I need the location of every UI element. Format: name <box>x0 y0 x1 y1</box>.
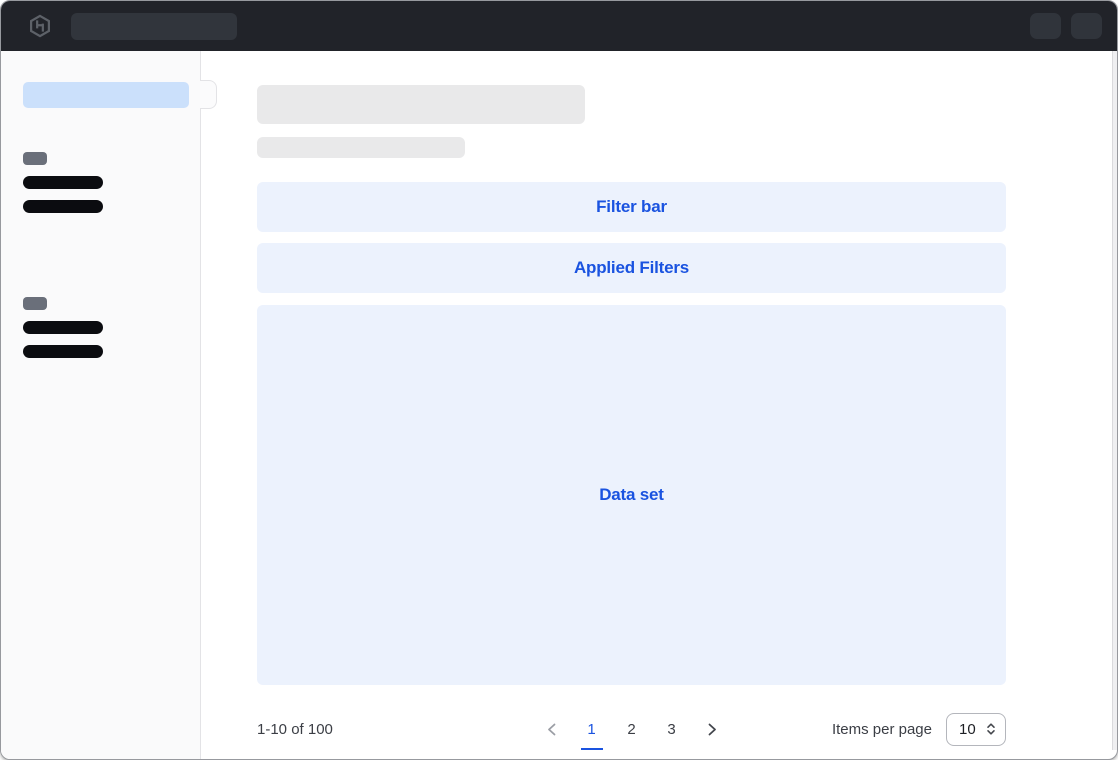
sidebar-collapse-toggle[interactable] <box>200 80 217 109</box>
page-title-skeleton <box>257 85 585 124</box>
chevron-left-icon <box>545 722 559 737</box>
topbar-action-skeleton-2 <box>1071 13 1102 39</box>
page-button-3[interactable]: 3 <box>658 715 686 743</box>
page-size-select[interactable]: 10 <box>946 713 1006 746</box>
top-nav-bar <box>1 1 1117 51</box>
sidebar <box>1 51 201 760</box>
sidebar-group-1-heading-skeleton <box>23 152 47 165</box>
page-subtitle-skeleton <box>257 137 465 158</box>
page-button-2[interactable]: 2 <box>618 715 646 743</box>
chevron-right-icon <box>705 722 719 737</box>
filter-bar-region: Filter bar <box>257 182 1006 232</box>
sidebar-group-2-item-skeleton <box>23 321 103 334</box>
page-button-1[interactable]: 1 <box>578 715 606 743</box>
sidebar-group-1-item-skeleton <box>23 176 103 189</box>
main-content: Filter bar Applied Filters Data set 1-10… <box>201 51 1117 760</box>
hashicorp-logo-icon <box>29 14 51 38</box>
data-set-region: Data set <box>257 305 1006 685</box>
page-size-value: 10 <box>959 721 976 738</box>
app-body: Filter bar Applied Filters Data set 1-10… <box>1 51 1117 760</box>
sidebar-group-1-item-skeleton <box>23 200 103 213</box>
items-per-page-control: Items per page 10 <box>726 713 1007 746</box>
previous-page-button[interactable] <box>538 715 566 743</box>
app-window: Filter bar Applied Filters Data set 1-10… <box>0 0 1118 760</box>
applied-filters-region: Applied Filters <box>257 243 1006 293</box>
applied-filters-label: Applied Filters <box>574 258 689 278</box>
data-set-label: Data set <box>599 485 664 505</box>
sidebar-group-2-item-skeleton <box>23 345 103 358</box>
pagination-bar: 1-10 of 100 1 2 3 <box>257 705 1006 753</box>
sidebar-active-item-skeleton <box>23 82 189 108</box>
pagination-range-text: 1-10 of 100 <box>257 721 538 738</box>
nav-search-skeleton <box>71 13 237 40</box>
up-down-chevrons-icon <box>985 722 997 736</box>
topbar-action-skeleton-1 <box>1030 13 1061 39</box>
next-page-button[interactable] <box>698 715 726 743</box>
sidebar-group-2-heading-skeleton <box>23 297 47 310</box>
filter-bar-label: Filter bar <box>596 197 667 217</box>
vertical-scrollbar-track[interactable] <box>1112 51 1117 750</box>
items-per-page-label: Items per page <box>832 721 932 738</box>
pagination-nav: 1 2 3 <box>538 715 726 743</box>
